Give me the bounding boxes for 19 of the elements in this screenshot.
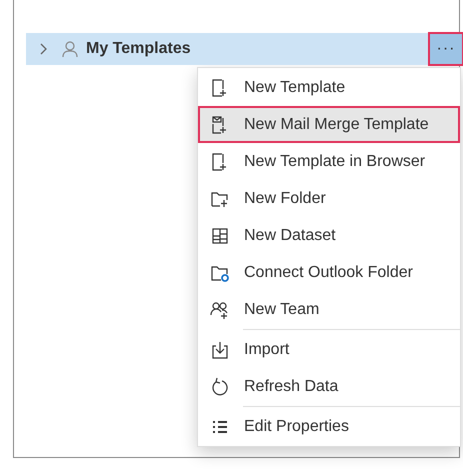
menu-item[interactable]: New Template in Browser bbox=[198, 143, 460, 180]
import-icon bbox=[210, 340, 230, 360]
more-button[interactable]: ··· bbox=[428, 32, 463, 66]
menu-item[interactable]: New Folder bbox=[198, 180, 460, 217]
menu-item[interactable]: New Mail Merge Template bbox=[198, 106, 460, 143]
menu-item[interactable]: New Template bbox=[198, 69, 460, 106]
menu-item[interactable]: Connect Outlook Folder bbox=[198, 254, 460, 291]
menu-item[interactable]: Edit Properties bbox=[198, 408, 460, 445]
menu-item[interactable]: New Team bbox=[198, 291, 460, 328]
chevron-icon[interactable] bbox=[38, 43, 48, 55]
menu-item[interactable]: Refresh Data bbox=[198, 368, 460, 405]
person-icon bbox=[62, 41, 78, 57]
tree-row[interactable]: My Templates ··· bbox=[26, 33, 462, 65]
table-icon bbox=[210, 226, 230, 246]
people-plus-icon bbox=[210, 300, 230, 320]
menu-item[interactable]: Import bbox=[198, 331, 460, 368]
menu-item[interactable]: New Dataset bbox=[198, 217, 460, 254]
tree-label: My Templates bbox=[86, 39, 191, 59]
refresh-icon bbox=[210, 376, 230, 396]
